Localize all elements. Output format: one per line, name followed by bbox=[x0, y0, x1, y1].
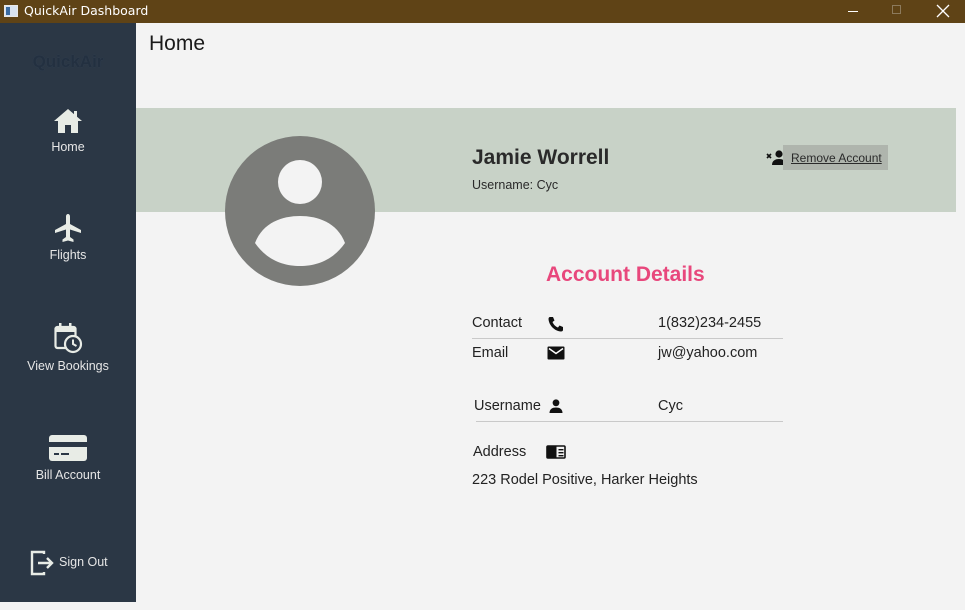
minimize-icon bbox=[848, 11, 858, 12]
credit-card-icon bbox=[49, 435, 87, 461]
username-divider bbox=[476, 421, 783, 422]
address-label: Address bbox=[473, 444, 527, 460]
sidebar-item-bill-account[interactable]: Bill Account bbox=[0, 433, 136, 482]
sidebar: QuickAir Home Flights View Bookings Bill… bbox=[0, 23, 136, 602]
brand-logo: QuickAir bbox=[32, 52, 104, 71]
sign-out-button[interactable]: Sign Out bbox=[30, 550, 108, 576]
calendar-clock-icon bbox=[54, 323, 83, 354]
profile-username: Username: Cyc bbox=[472, 178, 559, 192]
maximize-button[interactable] bbox=[874, 0, 920, 23]
sidebar-item-view-bookings[interactable]: View Bookings bbox=[0, 322, 136, 373]
sidebar-item-home[interactable]: Home bbox=[0, 107, 136, 154]
avatar-icon bbox=[225, 136, 375, 286]
window-titlebar: QuickAir Dashboard bbox=[0, 0, 965, 23]
close-icon bbox=[936, 4, 950, 18]
sidebar-item-flights[interactable]: Flights bbox=[0, 213, 136, 262]
profile-name: Jamie Worrell bbox=[472, 146, 610, 169]
window-title: QuickAir Dashboard bbox=[24, 3, 149, 18]
sidebar-item-label: Flights bbox=[49, 248, 87, 262]
account-details-heading: Account Details bbox=[546, 263, 705, 286]
username-value: Cyc bbox=[658, 398, 683, 414]
username-label: Username bbox=[474, 398, 541, 414]
sidebar-item-label: Home bbox=[51, 140, 85, 154]
contact-label: Contact bbox=[472, 315, 522, 331]
close-button[interactable] bbox=[920, 0, 965, 23]
email-value: jw@yahoo.com bbox=[658, 345, 758, 361]
logout-icon bbox=[30, 550, 54, 576]
sign-out-label: Sign Out bbox=[59, 555, 108, 569]
address-value: 223 Rodel Positive, Harker Heights bbox=[472, 472, 698, 488]
page-title: Home bbox=[149, 32, 206, 55]
home-icon bbox=[54, 109, 82, 133]
sidebar-item-label: View Bookings bbox=[27, 359, 109, 373]
minimize-button[interactable] bbox=[830, 0, 876, 23]
sidebar-item-label: Bill Account bbox=[35, 468, 101, 482]
email-label: Email bbox=[472, 345, 509, 361]
maximize-icon bbox=[892, 5, 901, 14]
remove-account-label: Remove Account bbox=[791, 151, 882, 165]
airplane-icon bbox=[55, 214, 81, 242]
envelope-icon bbox=[547, 346, 565, 360]
address-card-icon bbox=[546, 445, 566, 459]
app-icon bbox=[4, 5, 18, 17]
phone-icon bbox=[548, 317, 563, 332]
person-icon bbox=[549, 399, 563, 413]
contact-value: 1(832)234-2455 bbox=[658, 315, 762, 331]
contact-divider bbox=[472, 338, 783, 339]
window-bottom-edge bbox=[0, 602, 965, 610]
